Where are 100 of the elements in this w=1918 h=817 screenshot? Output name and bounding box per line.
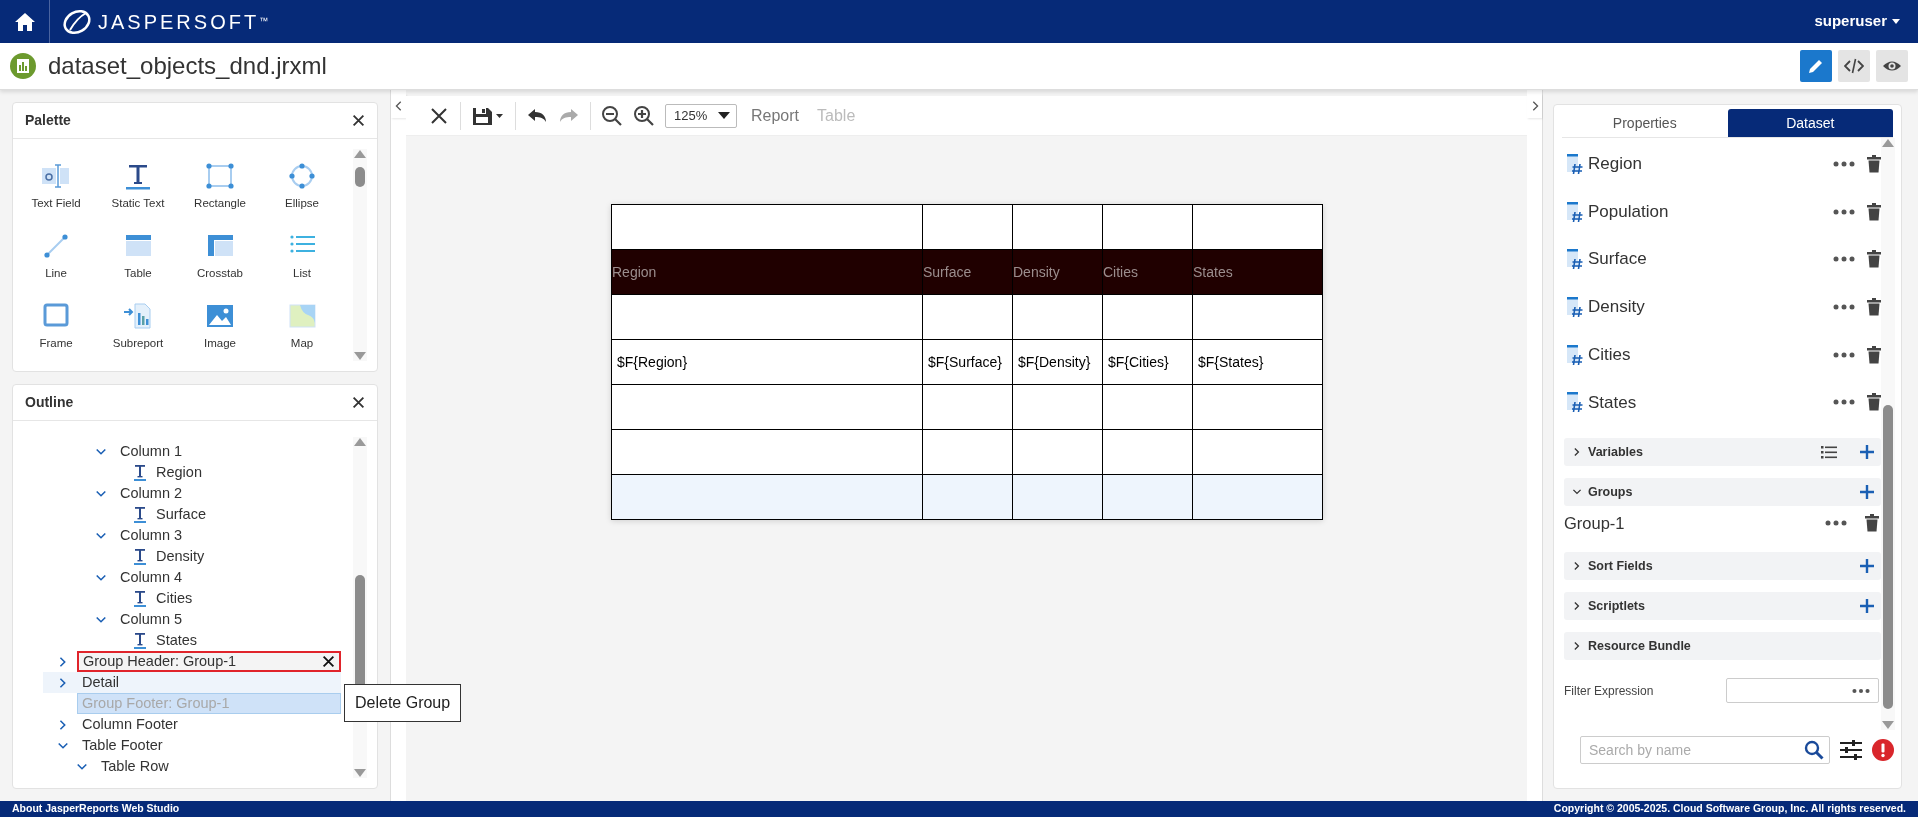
table-cell[interactable]: $F{Surface}: [922, 339, 1013, 385]
section-bar[interactable]: Sort Fields: [1564, 552, 1881, 581]
section-bar[interactable]: Resource Bundle: [1564, 632, 1881, 661]
empty-cell[interactable]: [1012, 204, 1103, 250]
zoom-select[interactable]: 125%: [665, 103, 737, 128]
palette-item[interactable]: Ellipse: [261, 159, 343, 229]
empty-cell[interactable]: [1012, 384, 1103, 430]
column-header[interactable]: Density: [1012, 249, 1103, 295]
more-icon[interactable]: [1825, 520, 1847, 527]
empty-cell[interactable]: [611, 294, 923, 340]
close-icon[interactable]: [352, 396, 365, 409]
collapse-left-button[interactable]: [391, 94, 406, 118]
preview-button[interactable]: [1876, 50, 1908, 82]
more-icon[interactable]: [1833, 256, 1855, 263]
field-name[interactable]: Density: [1588, 294, 1833, 320]
more-icon[interactable]: [1833, 351, 1855, 358]
empty-cell[interactable]: [1192, 294, 1323, 340]
delete-icon[interactable]: [322, 655, 335, 668]
tree-item[interactable]: Surface: [151, 504, 341, 525]
empty-cell[interactable]: [1102, 429, 1193, 475]
tree-item[interactable]: Group Header: Group-1: [77, 651, 341, 672]
palette-item[interactable]: Rectangle: [179, 159, 261, 229]
search-field[interactable]: Search by name: [1580, 736, 1830, 764]
filter-settings-icon[interactable]: [1840, 740, 1862, 760]
zoom-in-icon[interactable]: [633, 104, 655, 127]
empty-cell[interactable]: [611, 384, 923, 430]
more-icon[interactable]: [1833, 208, 1855, 215]
palette-item[interactable]: Static Text: [97, 159, 179, 229]
code-view-button[interactable]: [1838, 50, 1870, 82]
breadcrumb-link[interactable]: Report: [747, 103, 804, 128]
table-cell[interactable]: $F{Region}: [611, 339, 923, 385]
tree-item[interactable]: Column Footer: [77, 714, 341, 735]
table-cell[interactable]: $F{Cities}: [1102, 339, 1193, 385]
table-cell[interactable]: $F{States}: [1192, 339, 1323, 385]
column-header[interactable]: Cities: [1102, 249, 1193, 295]
trash-icon[interactable]: [1867, 393, 1881, 412]
scroll-up-icon[interactable]: [354, 149, 366, 159]
edit-mode-button[interactable]: [1800, 50, 1832, 82]
empty-cell[interactable]: [922, 204, 1013, 250]
close-icon[interactable]: [352, 114, 365, 127]
trash-icon[interactable]: [1865, 514, 1879, 533]
trash-icon[interactable]: [1867, 250, 1881, 269]
empty-cell[interactable]: [611, 204, 923, 250]
scroll-thumb[interactable]: [355, 167, 365, 187]
tree-item[interactable]: Column 2: [115, 483, 341, 504]
filter-expression-field[interactable]: [1726, 678, 1879, 704]
user-menu[interactable]: superuser: [1814, 10, 1900, 33]
scroll-thumb[interactable]: [1883, 405, 1893, 709]
add-icon[interactable]: [1859, 484, 1875, 501]
field-name[interactable]: Surface: [1588, 246, 1833, 272]
column-header[interactable]: Surface: [922, 249, 1013, 295]
tree-item[interactable]: Region: [151, 462, 341, 483]
palette-item[interactable]: List: [261, 229, 343, 299]
tree-item[interactable]: States: [151, 630, 341, 651]
palette-item[interactable]: Frame: [15, 299, 97, 369]
empty-cell[interactable]: [922, 429, 1013, 475]
section-bar[interactable]: Variables: [1564, 438, 1881, 467]
tree-item[interactable]: Density: [151, 546, 341, 567]
empty-cell[interactable]: [1192, 384, 1323, 430]
scrollbar[interactable]: [1881, 138, 1895, 730]
empty-cell[interactable]: [611, 429, 923, 475]
group-name[interactable]: Group-1: [1564, 510, 1819, 536]
empty-cell[interactable]: [1102, 384, 1193, 430]
tree-item[interactable]: Column 1: [115, 441, 341, 462]
section-bar[interactable]: Groups: [1564, 478, 1881, 507]
tree-item[interactable]: Table Row: [96, 756, 341, 777]
palette-item[interactable]: Table: [97, 229, 179, 299]
empty-cell[interactable]: [1102, 204, 1193, 250]
palette-item[interactable]: Subreport: [97, 299, 179, 369]
trash-icon[interactable]: [1867, 154, 1881, 173]
trash-icon[interactable]: [1867, 345, 1881, 364]
palette-item[interactable]: Crosstab: [179, 229, 261, 299]
chevron-icon[interactable]: [1572, 601, 1582, 612]
field-name[interactable]: Population: [1588, 198, 1833, 225]
add-icon[interactable]: [1859, 598, 1875, 615]
field-name[interactable]: Region: [1588, 151, 1833, 177]
empty-cell[interactable]: [1102, 294, 1193, 340]
scroll-up-icon[interactable]: [354, 437, 366, 447]
chevron-icon[interactable]: [1572, 561, 1582, 572]
list-icon[interactable]: [1821, 445, 1837, 459]
palette-item[interactable]: Line: [15, 229, 97, 299]
empty-cell[interactable]: [922, 294, 1013, 340]
about-link[interactable]: About JasperReports Web Studio: [12, 801, 180, 817]
panel-tab[interactable]: Dataset: [1727, 109, 1893, 137]
section-bar[interactable]: Scriptlets: [1564, 592, 1881, 621]
add-icon[interactable]: [1859, 558, 1875, 575]
scrollbar[interactable]: [353, 149, 367, 361]
collapse-right-button[interactable]: [1527, 94, 1542, 118]
empty-cell[interactable]: [922, 384, 1013, 430]
scroll-down-icon[interactable]: [354, 768, 366, 778]
field-name[interactable]: States: [1588, 389, 1833, 416]
more-icon[interactable]: [1833, 160, 1855, 167]
chevron-icon[interactable]: [1572, 641, 1582, 652]
palette-item[interactable]: Text Field: [15, 159, 97, 229]
add-icon[interactable]: [1859, 444, 1875, 461]
tree-item[interactable]: Column 4: [115, 567, 341, 588]
column-header[interactable]: States: [1192, 249, 1323, 295]
column-header[interactable]: Region: [611, 249, 923, 295]
scroll-down-icon[interactable]: [354, 351, 366, 361]
tree-item[interactable]: Table Footer: [77, 735, 341, 756]
